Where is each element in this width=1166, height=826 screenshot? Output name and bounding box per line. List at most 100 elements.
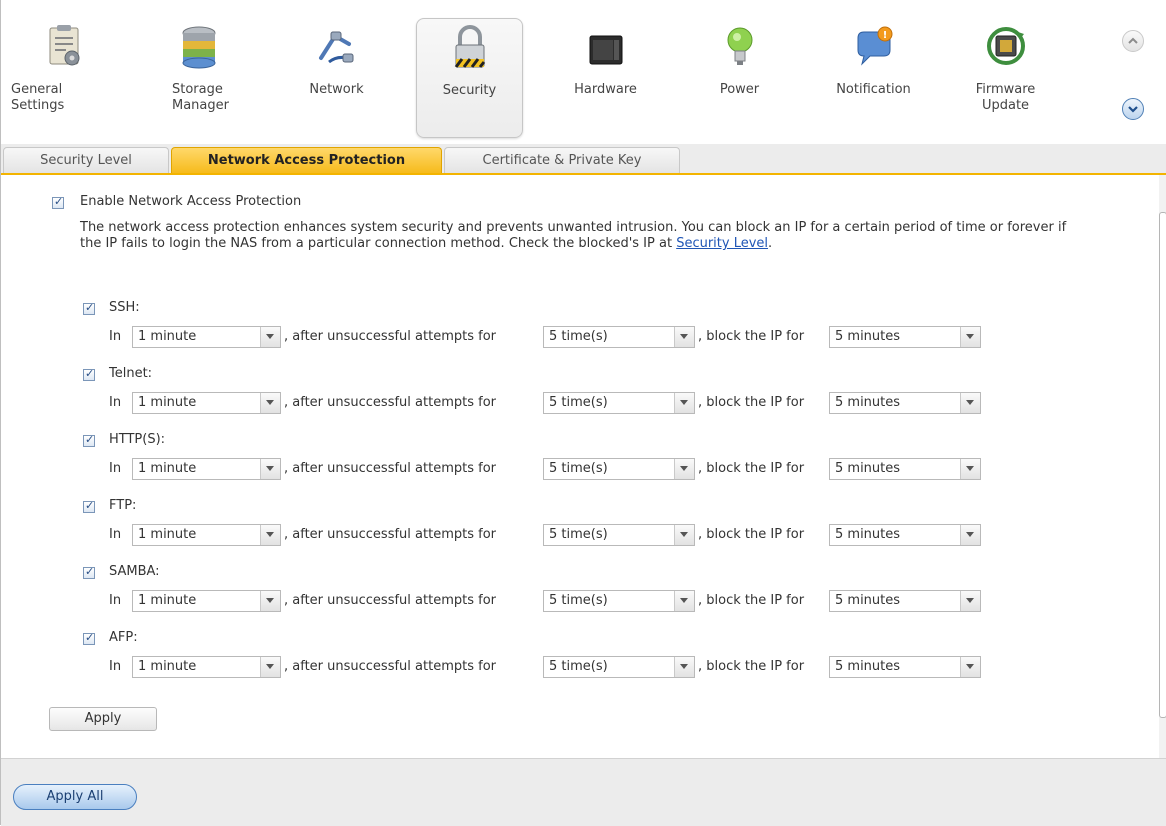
block-duration-select[interactable]: 5 minutes <box>829 326 981 348</box>
attempts-value: 5 time(s) <box>549 461 608 476</box>
chevron-down-icon[interactable] <box>960 327 980 347</box>
attempts-value: 5 time(s) <box>549 659 608 674</box>
rule-attempts-label: , after unsuccessful attempts for <box>284 593 496 608</box>
toolbar-firmware-update[interactable]: Firmware Update <box>953 18 1058 136</box>
chevron-down-icon[interactable] <box>960 459 980 479</box>
period-select[interactable]: 1 minute <box>132 392 281 414</box>
protocol-label: SSH: <box>109 300 140 315</box>
period-select[interactable]: 1 minute <box>132 458 281 480</box>
block-duration-select[interactable]: 5 minutes <box>829 524 981 546</box>
notification-icon: ! <box>857 26 892 66</box>
rule-in-label: In <box>109 659 122 674</box>
block-duration-value: 5 minutes <box>835 461 901 476</box>
category-toolbar: General Settings Storage Manager Network… <box>1 0 1166 144</box>
protocol-label: FTP: <box>109 498 137 513</box>
tab-certificate-private-key[interactable]: Certificate & Private Key <box>444 147 680 173</box>
period-select[interactable]: 1 minute <box>132 590 281 612</box>
chevron-down-icon[interactable] <box>960 657 980 677</box>
toolbar-general-settings[interactable]: General Settings <box>11 18 116 136</box>
network-icon <box>318 31 354 64</box>
block-duration-select[interactable]: 5 minutes <box>829 656 981 678</box>
period-select[interactable]: 1 minute <box>132 326 281 348</box>
toolbar-network[interactable]: Network <box>284 18 389 136</box>
protocol-checkbox[interactable] <box>83 433 95 447</box>
toolbar-security[interactable]: Security <box>416 18 523 138</box>
tab-security-level[interactable]: Security Level <box>3 147 169 173</box>
block-duration-select[interactable]: 5 minutes <box>829 458 981 480</box>
description-text: The network access protection enhances s… <box>80 220 1090 252</box>
attempts-select[interactable]: 5 time(s) <box>543 590 695 612</box>
general-settings-icon <box>49 25 79 66</box>
toolbar-notification[interactable]: ! Notification <box>821 18 926 136</box>
enable-protection-checkbox[interactable] <box>52 195 64 209</box>
protocol-label: Telnet: <box>109 366 153 381</box>
chevron-down-icon[interactable] <box>960 525 980 545</box>
chevron-down-icon[interactable] <box>674 393 694 413</box>
chevron-down-icon[interactable] <box>960 393 980 413</box>
toolbar-label: Security <box>442 83 497 98</box>
rule-in-label: In <box>109 461 122 476</box>
chevron-up-icon <box>1128 37 1138 44</box>
block-duration-value: 5 minutes <box>835 593 901 608</box>
attempts-select[interactable]: 5 time(s) <box>543 458 695 480</box>
chevron-down-icon[interactable] <box>260 591 280 611</box>
toolbar-label: Storage Manager <box>172 82 229 113</box>
attempts-value: 5 time(s) <box>549 329 608 344</box>
chevron-down-icon[interactable] <box>260 393 280 413</box>
block-duration-select[interactable]: 5 minutes <box>829 392 981 414</box>
block-duration-value: 5 minutes <box>835 329 901 344</box>
protocol-checkbox[interactable] <box>83 499 95 513</box>
attempts-select[interactable]: 5 time(s) <box>543 524 695 546</box>
toolbar-power[interactable]: Power <box>687 18 792 136</box>
rule-block-label: , block the IP for <box>698 461 805 476</box>
description-end: . <box>768 236 773 251</box>
attempts-select[interactable]: 5 time(s) <box>543 392 695 414</box>
chevron-down-icon[interactable] <box>260 657 280 677</box>
toolbar-label: Network <box>309 82 364 97</box>
chevron-down-icon[interactable] <box>260 327 280 347</box>
chevron-down-icon[interactable] <box>674 327 694 347</box>
toolbar-label: Hardware <box>574 82 637 97</box>
chevron-down-icon[interactable] <box>960 591 980 611</box>
toolbar-label: Power <box>719 82 760 97</box>
rule-block-label: , block the IP for <box>698 659 805 674</box>
block-duration-select[interactable]: 5 minutes <box>829 590 981 612</box>
chevron-down-icon[interactable] <box>674 525 694 545</box>
attempts-select[interactable]: 5 time(s) <box>543 326 695 348</box>
rule-block-label: , block the IP for <box>698 395 805 410</box>
scroll-down-button[interactable] <box>1122 98 1144 120</box>
firmware-update-icon <box>986 27 1025 65</box>
attempts-value: 5 time(s) <box>549 395 608 410</box>
period-value: 1 minute <box>138 659 197 674</box>
chevron-down-icon[interactable] <box>260 525 280 545</box>
apply-button[interactable]: Apply <box>49 707 157 731</box>
protocol-checkbox[interactable] <box>83 301 95 315</box>
protocol-label: SAMBA: <box>109 564 160 579</box>
scroll-up-button[interactable] <box>1122 30 1144 52</box>
chevron-down-icon <box>1128 106 1138 113</box>
power-bulb-icon <box>727 27 752 65</box>
apply-all-button[interactable]: Apply All <box>13 784 137 810</box>
description-body: The network access protection enhances s… <box>80 220 1067 251</box>
enable-protection-label: Enable Network Access Protection <box>80 194 302 209</box>
chevron-down-icon[interactable] <box>674 591 694 611</box>
chevron-down-icon[interactable] <box>260 459 280 479</box>
period-select[interactable]: 1 minute <box>132 524 281 546</box>
attempts-select[interactable]: 5 time(s) <box>543 656 695 678</box>
tab-network-access-protection[interactable]: Network Access Protection <box>171 147 442 173</box>
footer-bar: Apply All <box>1 758 1166 826</box>
protocol-checkbox[interactable] <box>83 565 95 579</box>
scrollbar-thumb[interactable] <box>1159 212 1166 718</box>
toolbar-hardware[interactable]: Hardware <box>553 18 658 136</box>
protocol-checkbox[interactable] <box>83 367 95 381</box>
chevron-down-icon[interactable] <box>674 459 694 479</box>
rule-attempts-label: , after unsuccessful attempts for <box>284 461 496 476</box>
chevron-down-icon[interactable] <box>674 657 694 677</box>
security-level-link[interactable]: Security Level <box>676 236 768 251</box>
toolbar-storage-manager[interactable]: Storage Manager <box>146 18 251 136</box>
hardware-icon <box>589 35 622 65</box>
app-window: General Settings Storage Manager Network… <box>0 0 1166 826</box>
protocol-checkbox[interactable] <box>83 631 95 645</box>
rule-attempts-label: , after unsuccessful attempts for <box>284 659 496 674</box>
period-select[interactable]: 1 minute <box>132 656 281 678</box>
